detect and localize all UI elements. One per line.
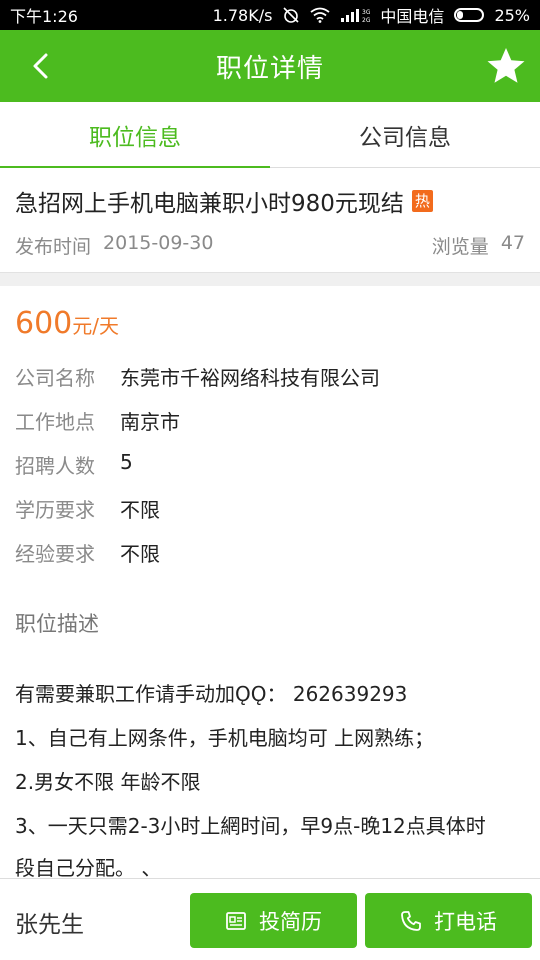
salary: 600 元/天 [15, 306, 119, 341]
status-time: 下午1:26 [10, 7, 78, 26]
description-line: 1、自己有上网条件，手机电脑均可 上网熟练； [15, 726, 435, 750]
bottom-action-bar: 张先生 投简历 打电话 [0, 878, 540, 960]
call-label: 打电话 [434, 909, 497, 934]
views-label: 浏览量 [431, 236, 489, 258]
status-bar: 下午1:26 1.78K/s 3G 2G 中国电信 25% [0, 0, 540, 30]
description-line: 2.男女不限 年龄不限 [15, 770, 201, 794]
submit-resume-button[interactable]: 投简历 [190, 893, 357, 948]
salary-amount: 600 [15, 306, 73, 341]
call-button[interactable]: 打电话 [365, 893, 532, 948]
carrier-name: 中国电信 [380, 7, 445, 26]
field-value: 东莞市千裕网络科技有限公司 [120, 366, 380, 390]
field-label: 工作地点 [15, 410, 95, 434]
field-row-company: 公司名称 东莞市千裕网络科技有限公司 [15, 362, 380, 391]
field-value: 5 [120, 450, 133, 474]
page-title: 职位详情 [215, 53, 324, 84]
app-bar: 职位详情 [0, 30, 540, 102]
description-line: 段自己分配。 、 [15, 856, 162, 880]
job-title: 急招网上手机电脑兼职小时980元现结 [15, 191, 404, 217]
contact-name: 张先生 [15, 912, 84, 938]
field-row-education: 学历要求 不限 [15, 494, 160, 523]
job-title-row: 急招网上手机电脑兼职小时980元现结 热 [15, 184, 433, 218]
field-label: 公司名称 [15, 366, 95, 390]
battery-icon [454, 8, 485, 22]
field-label: 学历要求 [15, 498, 95, 522]
network-speed: 1.78K/s [212, 5, 273, 25]
battery-percent: 25% [494, 5, 530, 25]
field-value: 不限 [120, 542, 160, 566]
tab-job-info[interactable]: 职位信息 [0, 102, 270, 168]
tab-bar: 职位信息 公司信息 [0, 102, 540, 168]
wifi-icon [310, 7, 330, 23]
tab-company-info[interactable]: 公司信息 [270, 102, 540, 167]
chevron-left-icon[interactable] [26, 50, 58, 82]
star-icon[interactable] [486, 46, 526, 86]
views-count: 47 [500, 232, 525, 254]
field-row-headcount: 招聘人数 5 [15, 450, 133, 479]
field-value: 南京市 [120, 410, 180, 434]
salary-unit: 元/天 [72, 314, 120, 338]
description-line: 3、一天只需2-3小时上網时间，早9点-晚12点具体时 [15, 814, 486, 838]
job-meta: 发布时间 2015-09-30 浏览量 47 [15, 232, 525, 259]
description-line: 有需要兼职工作请手动加ǪǪ： 262639293 [15, 682, 408, 706]
publish-label: 发布时间 [15, 236, 92, 258]
job-header: 急招网上手机电脑兼职小时980元现结 热 发布时间 2015-09-30 浏览量… [0, 168, 540, 272]
field-value: 不限 [120, 498, 160, 522]
section-divider [0, 272, 540, 286]
svg-text:3G: 3G [362, 9, 370, 16]
hot-badge: 热 [411, 190, 433, 212]
status-right: 1.78K/s 3G 2G 中国电信 25% [213, 3, 530, 27]
alarm-off-icon [283, 7, 299, 23]
field-row-location: 工作地点 南京市 [15, 406, 180, 435]
signal-icon: 3G 2G [341, 9, 370, 23]
resume-icon [226, 911, 246, 930]
svg-text:2G: 2G [362, 17, 370, 23]
field-label: 经验要求 [15, 542, 95, 566]
submit-resume-label: 投简历 [259, 909, 322, 934]
phone-icon [401, 910, 421, 931]
field-row-experience: 经验要求 不限 [15, 538, 160, 567]
publish-date: 2015-09-30 [103, 232, 214, 254]
description-title: 职位描述 [15, 612, 99, 636]
field-label: 招聘人数 [15, 454, 95, 478]
